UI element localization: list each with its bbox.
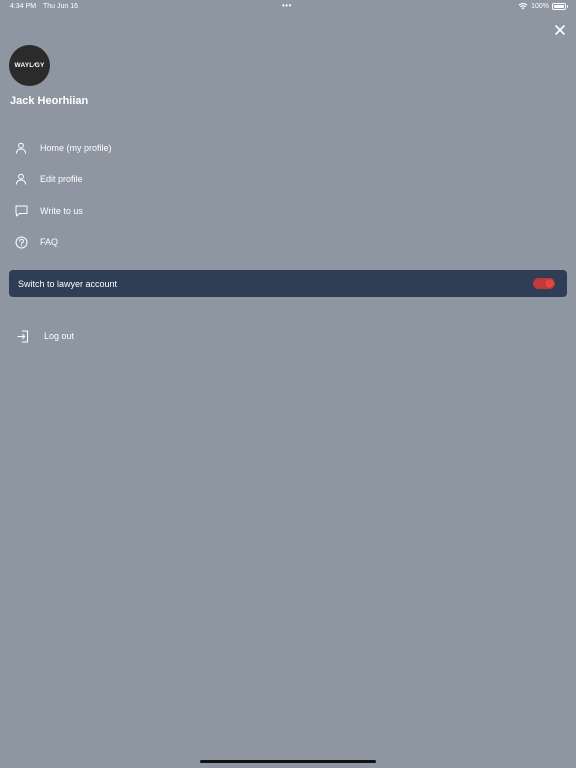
wifi-icon [518, 3, 528, 10]
chat-icon [15, 205, 27, 217]
close-button[interactable] [551, 21, 569, 39]
menu-label-write-to-us: Write to us [40, 205, 83, 216]
status-time: 4:34 PM [10, 3, 37, 10]
status-date: Thu Jun 16 [43, 3, 79, 10]
toggle-knob [545, 279, 554, 288]
status-right: 100% [518, 2, 568, 10]
battery-percent: 100% [531, 2, 549, 10]
menu-label-home: Home (my profile) [40, 142, 112, 153]
avatar-logo-text: WAYL⁄GY [14, 62, 45, 69]
person-icon [16, 142, 26, 154]
logout-icon [17, 330, 28, 342]
home-indicator[interactable] [200, 760, 376, 763]
multitasking-dots[interactable]: ••• [282, 1, 292, 10]
help-circle-icon [15, 236, 27, 249]
status-bar: 4:34 PM Thu Jun 16 ••• 100% [0, 0, 576, 14]
logout-button[interactable]: Log out [16, 329, 74, 343]
user-name: Jack Heorhiian [10, 95, 89, 107]
menu-label-faq: FAQ [40, 237, 59, 248]
logout-label: Log out [44, 331, 75, 341]
app-screen: 4:34 PM Thu Jun 16 ••• 100% WAYL⁄GY Jack… [0, 0, 576, 768]
avatar[interactable]: WAYL⁄GY [9, 45, 50, 86]
side-menu: Home (my profile) Edit profile Write to … [14, 132, 112, 258]
menu-label-edit-profile: Edit profile [40, 174, 83, 185]
menu-item-faq[interactable]: FAQ [14, 227, 112, 259]
menu-item-edit-profile[interactable]: Edit profile [14, 164, 112, 196]
switch-account-card: Switch to lawyer account [9, 270, 567, 297]
menu-item-home[interactable]: Home (my profile) [14, 132, 112, 164]
person-icon [16, 173, 26, 185]
close-icon [555, 25, 565, 35]
lawyer-account-toggle[interactable] [533, 278, 555, 289]
switch-account-label: Switch to lawyer account [18, 278, 118, 289]
menu-item-write-to-us[interactable]: Write to us [14, 195, 112, 227]
battery-icon [552, 2, 568, 10]
